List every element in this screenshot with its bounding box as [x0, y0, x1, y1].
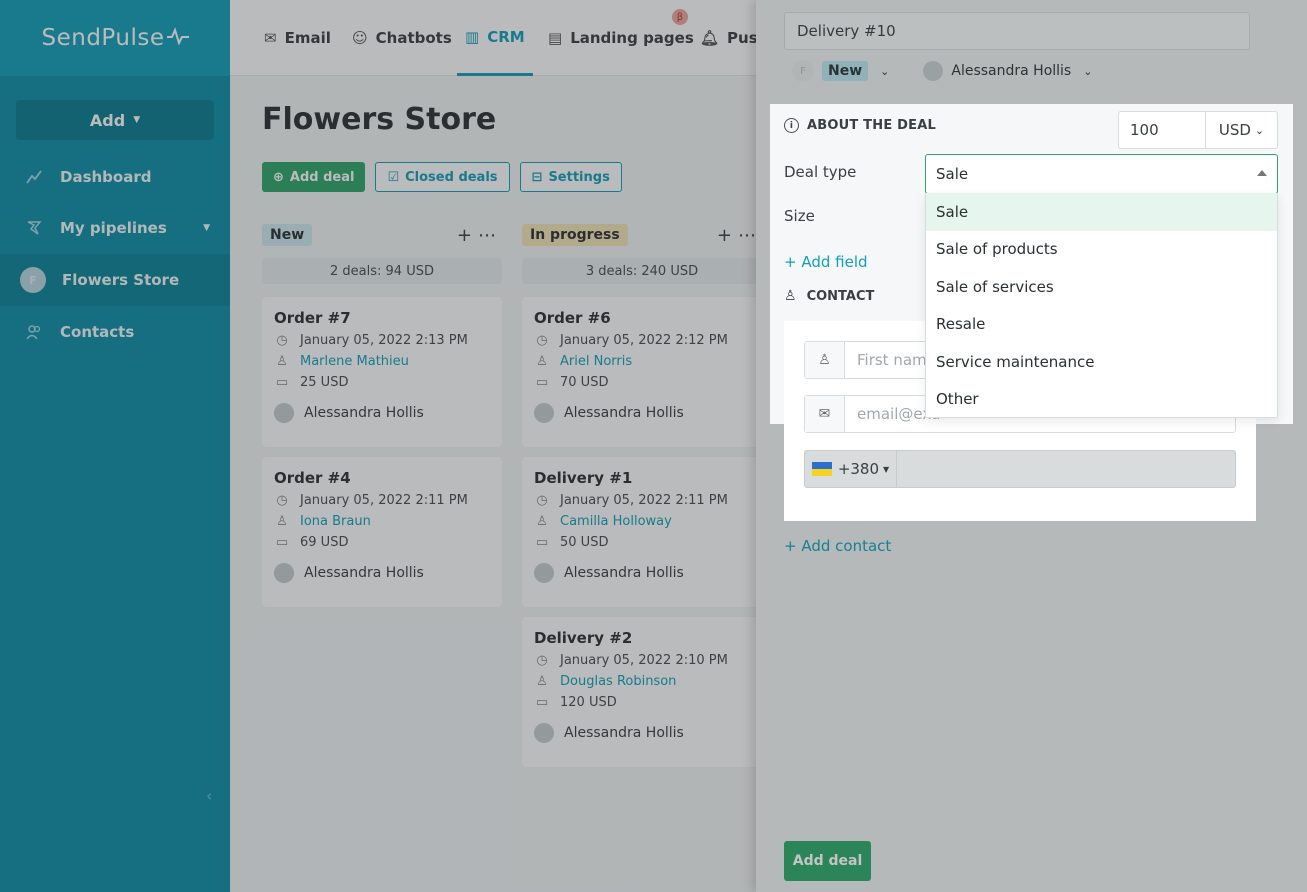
person-icon: ♙ — [784, 288, 797, 304]
person-icon: ♙ — [805, 342, 845, 378]
size-label: Size — [784, 207, 815, 225]
currency-value: USD — [1218, 121, 1251, 139]
heading-text: CONTACT — [806, 288, 875, 304]
modal-overlay[interactable] — [0, 0, 756, 892]
phone-code: +380 — [837, 460, 880, 478]
deal-type-dropdown: Sale Sale of products Sale of services R… — [925, 193, 1278, 418]
phone-field[interactable]: +380 ▼ — [804, 450, 1236, 488]
caret-down-icon: ▼ — [883, 464, 890, 474]
envelope-icon: ✉ — [805, 396, 845, 432]
heading-text: ABOUT THE DEAL — [807, 118, 936, 133]
ukraine-flag-icon — [811, 462, 832, 476]
currency-select[interactable]: USD ⌄ — [1205, 111, 1278, 149]
deal-type-option[interactable]: Sale — [926, 193, 1277, 231]
deal-type-option[interactable]: Service maintenance — [926, 343, 1277, 381]
amount-input[interactable]: 100 — [1118, 111, 1206, 149]
deal-type-option[interactable]: Resale — [926, 306, 1277, 344]
caret-up-icon — [1257, 170, 1267, 176]
deal-type-select[interactable]: Sale — [925, 154, 1278, 194]
contact-heading: ♙ CONTACT — [784, 288, 874, 304]
deal-type-option[interactable]: Sale of services — [926, 268, 1277, 306]
deal-type-label: Deal type — [784, 163, 857, 181]
add-field-link[interactable]: + Add field — [784, 253, 868, 271]
about-deal-heading: i ABOUT THE DEAL — [784, 118, 936, 133]
deal-type-option[interactable]: Other — [926, 381, 1277, 419]
chevron-down-icon: ⌄ — [1254, 123, 1265, 137]
country-code-select[interactable]: +380 ▼ — [805, 451, 897, 487]
deal-type-option[interactable]: Sale of products — [926, 231, 1277, 269]
deal-type-value: Sale — [936, 165, 969, 183]
about-deal-section: i ABOUT THE DEAL 100 USD ⌄ Deal type Siz… — [770, 104, 1293, 521]
first-name-placeholder: First name — [857, 351, 936, 369]
info-icon: i — [784, 118, 799, 133]
